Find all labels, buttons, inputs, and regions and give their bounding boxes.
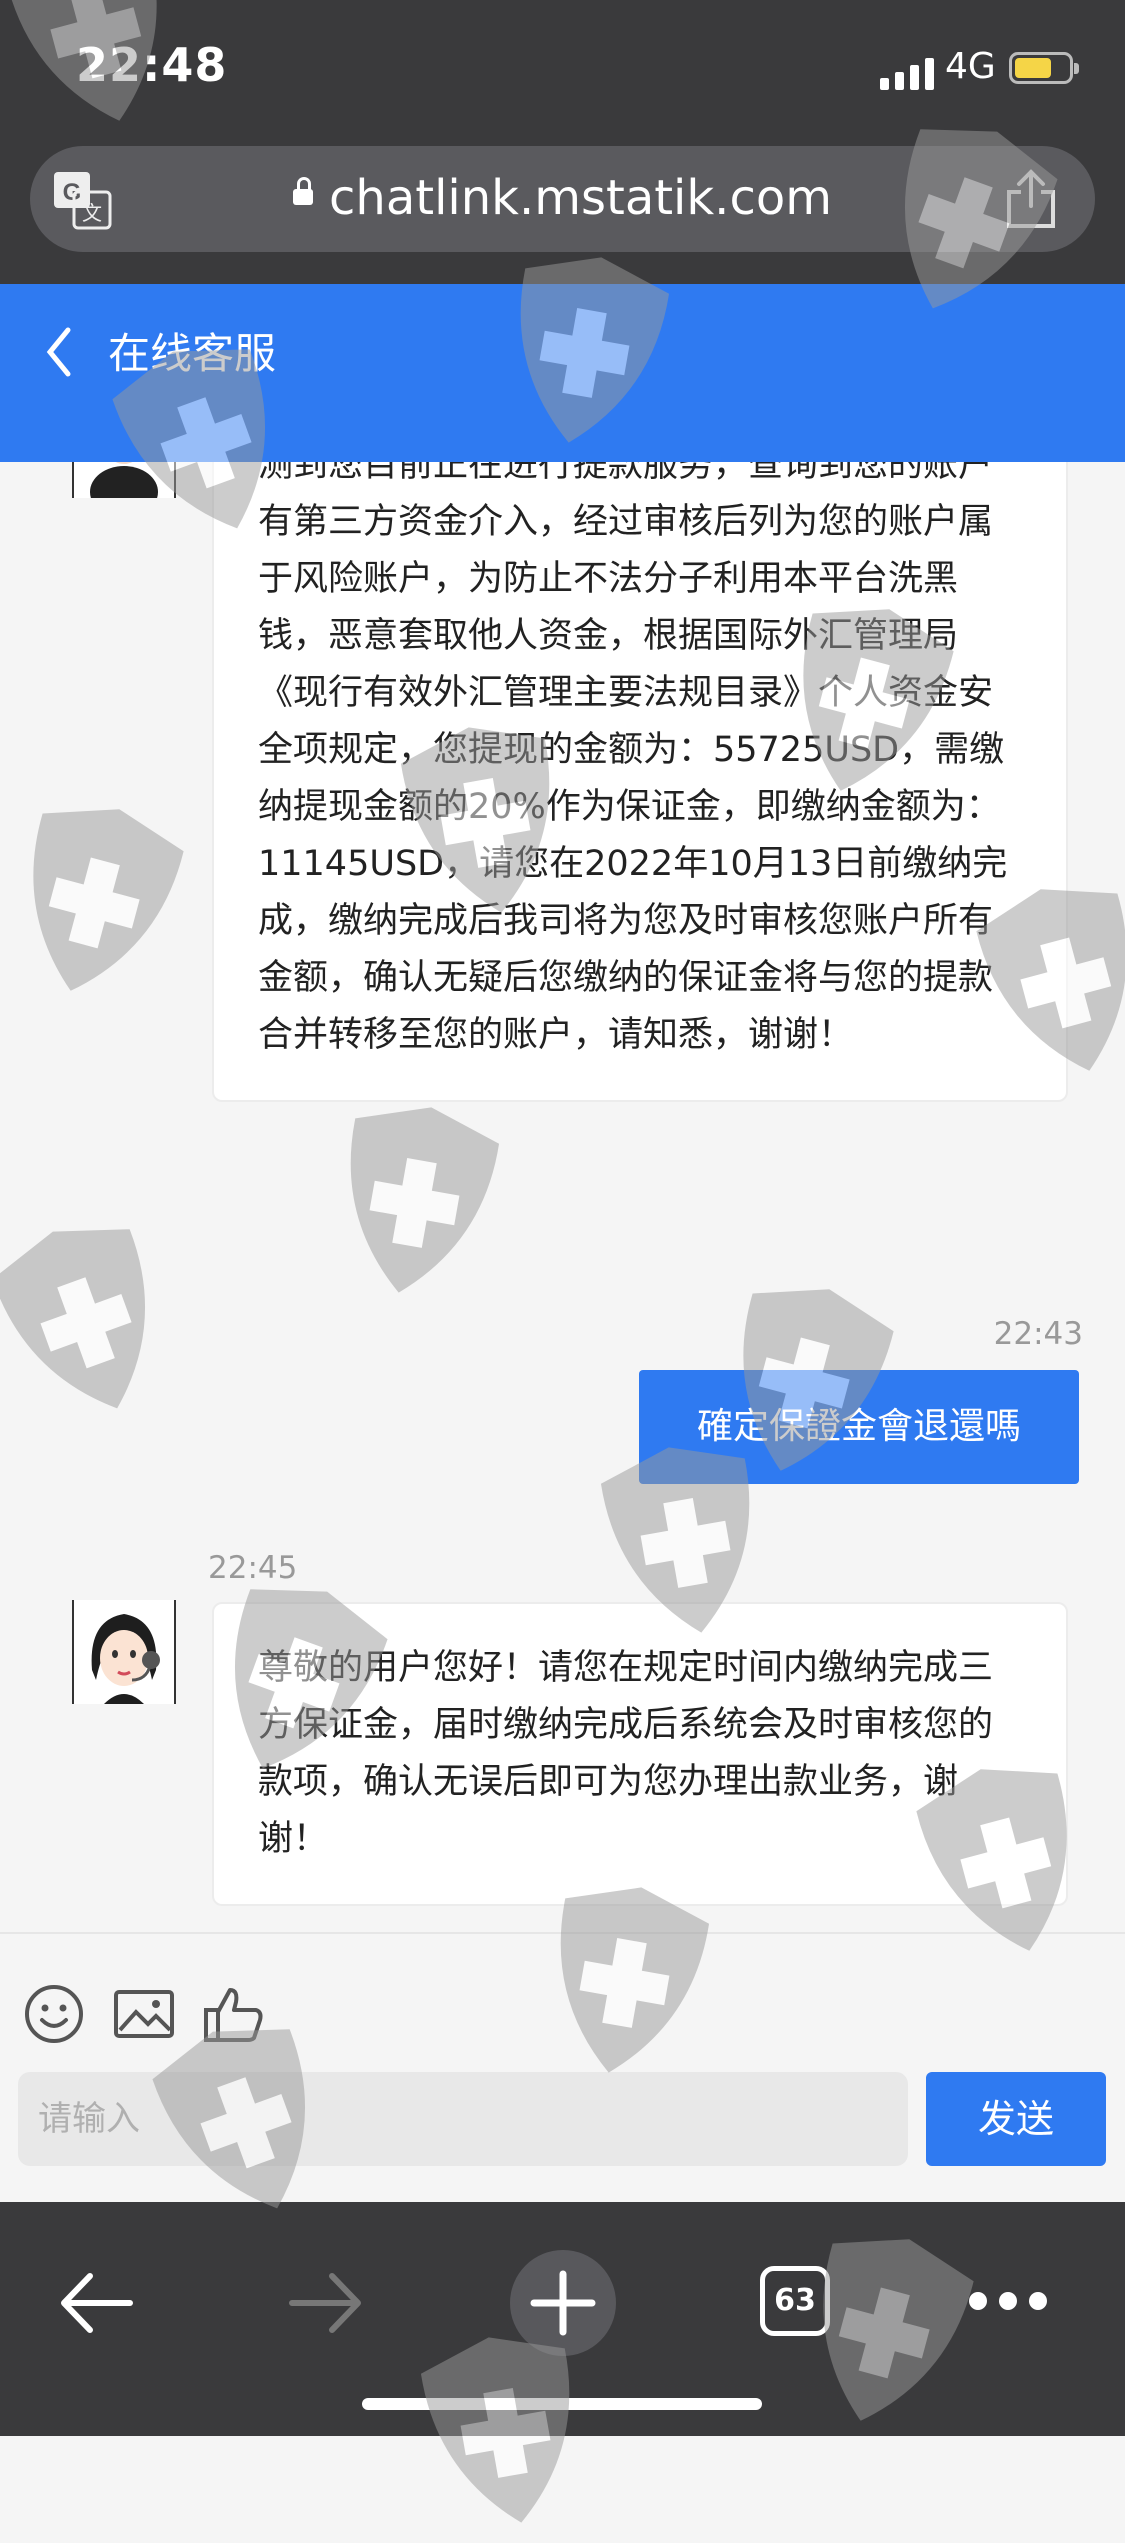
agent-avatar	[72, 1600, 176, 1704]
message-timestamp: 22:45	[208, 1550, 298, 1586]
share-icon[interactable]	[1001, 168, 1061, 230]
send-button[interactable]: 发送	[926, 2072, 1106, 2166]
page-title: 在线客服	[108, 329, 277, 378]
thumbs-up-icon[interactable]	[202, 1982, 266, 2046]
address-bar[interactable]: G 文 chatlink.mstatik.com	[30, 146, 1095, 252]
home-indicator	[362, 2398, 762, 2410]
forward-arrow-icon[interactable]	[286, 2268, 366, 2338]
agent-avatar	[72, 462, 176, 518]
url-text: chatlink.mstatik.com	[329, 170, 832, 226]
chevron-left-icon[interactable]	[38, 322, 78, 382]
battery-icon	[1009, 52, 1079, 84]
message-timestamp: 22:43	[993, 1316, 1083, 1352]
chat-header: 在线客服	[0, 284, 1125, 462]
message-composer: 请输入 发送	[0, 1932, 1125, 2204]
status-time: 22:48	[76, 38, 228, 92]
network-label: 4G	[945, 46, 996, 87]
message-bubble-outgoing: 確定保證金會退還嗎	[639, 1370, 1079, 1484]
message-input[interactable]: 请输入	[18, 2072, 908, 2166]
message-bubble-incoming: 尊敬的用户您好，经工级风控部门通知：系统检测到您目前正在进行提款服务，查询到您的…	[212, 462, 1068, 1102]
signal-icon	[880, 56, 936, 90]
more-icon[interactable]	[966, 2286, 1050, 2316]
image-icon[interactable]	[112, 1982, 176, 2046]
tab-count-button[interactable]: 63	[760, 2266, 830, 2336]
lock-icon	[293, 177, 314, 205]
url-display[interactable]: chatlink.mstatik.com	[30, 170, 1095, 226]
message-bubble-incoming: 尊敬的用户您好！请您在规定时间内缴纳完成三方保证金，届时缴纳完成后系统会及时审核…	[212, 1602, 1068, 1906]
plus-icon[interactable]	[508, 2248, 618, 2358]
browser-address-area: G 文 chatlink.mstatik.com	[0, 140, 1125, 284]
chat-thread[interactable]: 尊敬的用户您好，经工级风控部门通知：系统检测到您目前正在进行提款服务，查询到您的…	[0, 462, 1125, 1932]
status-bar: 22:48 4G	[0, 0, 1125, 140]
smiley-icon[interactable]	[22, 1982, 86, 2046]
back-arrow-icon[interactable]	[56, 2268, 136, 2338]
